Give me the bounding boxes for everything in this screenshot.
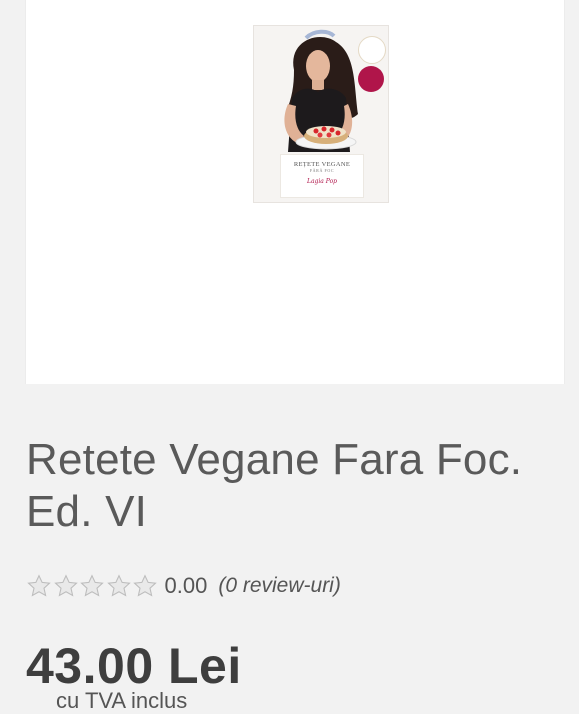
cover-title-label: REȚETE VEGANE FĂRĂ FOC Lagia Pop — [280, 154, 364, 198]
vat-note: cu TVA inclus — [56, 688, 188, 713]
product-image-card[interactable]: REȚETE VEGANE FĂRĂ FOC Lagia Pop — [25, 0, 565, 384]
rating-value: 0.00 — [164, 573, 208, 598]
star-outline-icon[interactable] — [53, 573, 79, 599]
cover-author: Lagia Pop — [306, 178, 338, 185]
product-price: 43.00 Lei — [26, 638, 242, 694]
review-count-link[interactable]: (0 review-uri) — [218, 574, 341, 598]
cover-title: REȚETE VEGANE — [293, 161, 351, 168]
cover-badge-red — [358, 66, 384, 92]
book-cover-image[interactable]: REȚETE VEGANE FĂRĂ FOC Lagia Pop — [254, 26, 388, 202]
star-outline-icon[interactable] — [79, 573, 105, 599]
cover-subtitle: FĂRĂ FOC — [309, 168, 335, 173]
star-outline-icon[interactable] — [132, 573, 158, 599]
cover-badge-bestseller — [358, 36, 386, 64]
star-outline-icon[interactable] — [26, 573, 52, 599]
product-title: Retete Vegane Fara Foc. Ed. VI — [26, 435, 523, 536]
star-outline-icon[interactable] — [106, 573, 132, 599]
rating-stars[interactable] — [26, 573, 159, 599]
rating-row[interactable]: 0.00 (0 review-uri) — [26, 572, 341, 600]
